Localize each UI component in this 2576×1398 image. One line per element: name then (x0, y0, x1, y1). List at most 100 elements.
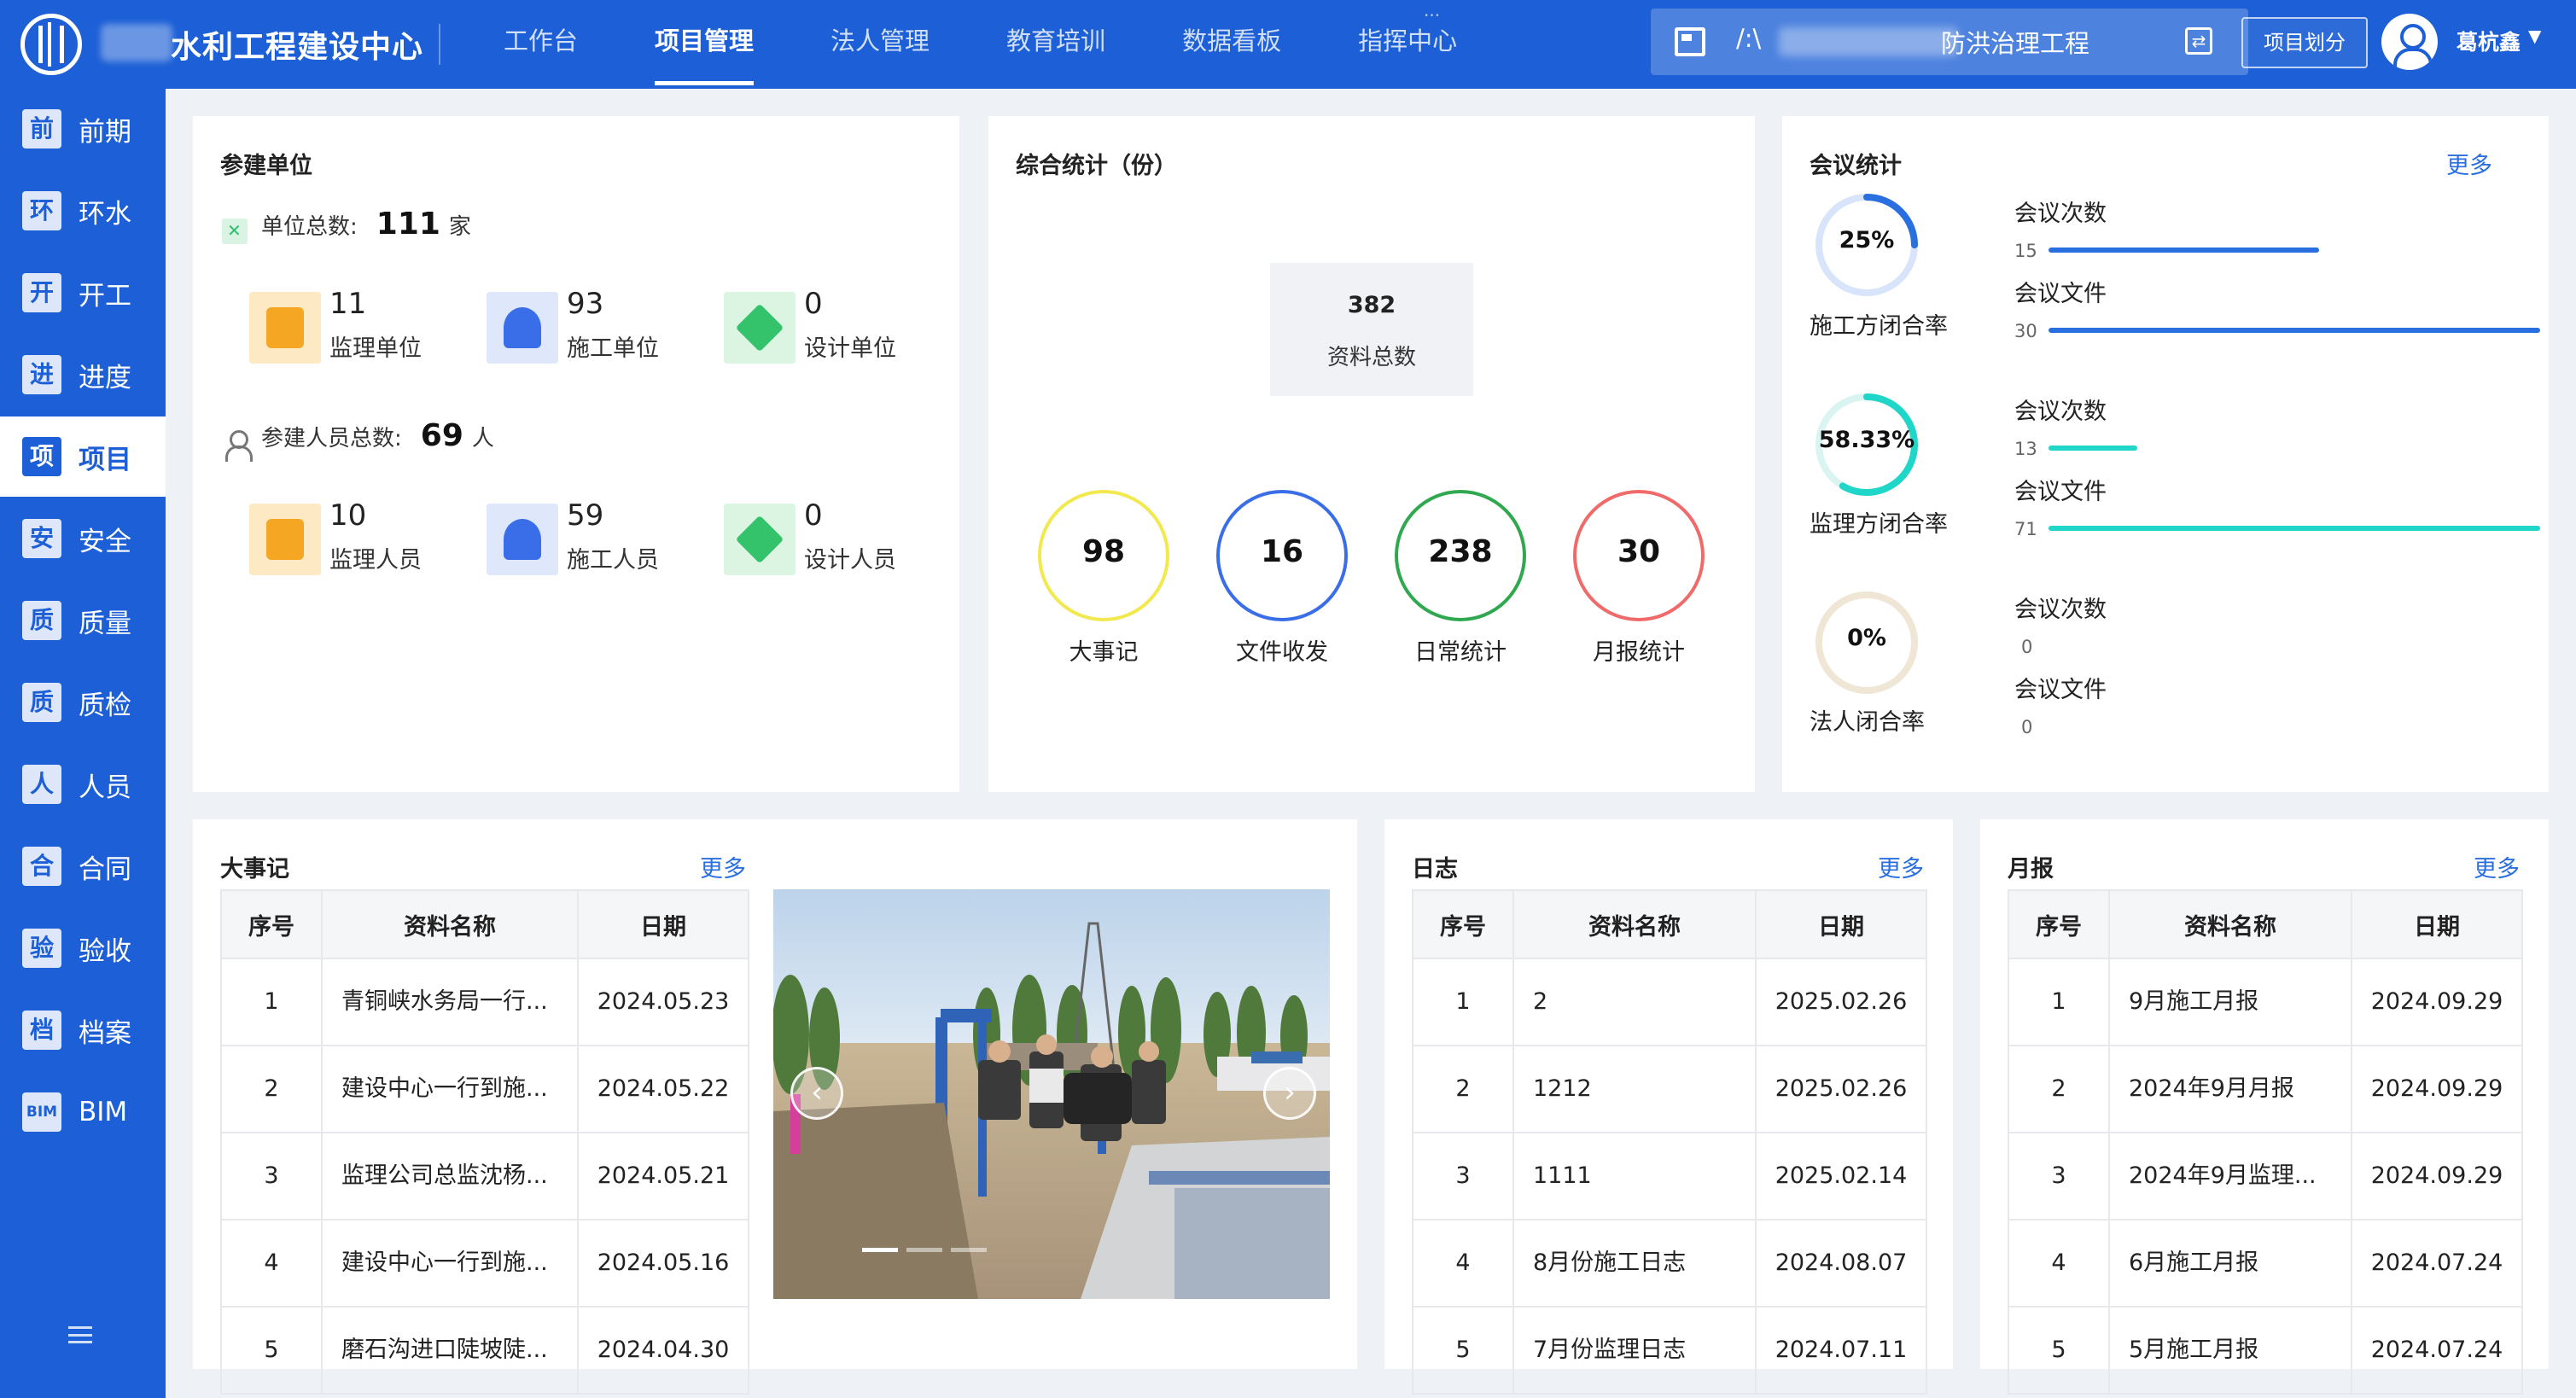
row-title[interactable]: 建设中心一行到施... (321, 1045, 579, 1133)
events-table: 序号 资料名称 日期 1 青铜峡水务局一行... 2024.05.23 2 建设中心一… (220, 889, 749, 1395)
ring-documents[interactable]: 16 (1216, 490, 1348, 621)
event-photo-carousel[interactable]: ‹ › (773, 889, 1330, 1299)
meetings-more-link[interactable]: 更多 (2446, 147, 2492, 180)
sidebar-item-label: 质量 (79, 608, 131, 639)
table-row[interactable]: 3 1111 2025.02.14 (1412, 1132, 1927, 1220)
row-title[interactable]: 青铜峡水务局一行... (321, 958, 579, 1046)
meeting-file-bar (2049, 328, 2540, 333)
table-row[interactable]: 5 7月份监理日志 2024.07.11 (1412, 1306, 1927, 1395)
nav-legal-management[interactable]: 法人管理 (830, 0, 930, 89)
stat-supervision-people[interactable]: 10 监理人员 (249, 492, 463, 577)
project-split-button[interactable]: 项目划分 (2241, 17, 2368, 68)
ring-value: 98 (1081, 534, 1126, 569)
sidebar-item-quality-inspection[interactable]: 质质检 (0, 662, 166, 743)
table-row[interactable]: 2 建设中心一行到施... 2024.05.22 (220, 1045, 749, 1133)
row-title[interactable]: 2 (1512, 958, 1757, 1046)
row-title[interactable]: 7月份监理日志 (1512, 1306, 1757, 1395)
total-documents[interactable]: 382 资料总数 (1270, 263, 1473, 396)
table-row[interactable]: 3 监理公司总监沈杨... 2024.05.21 (220, 1132, 749, 1220)
stat-design-units[interactable]: 0 设计单位 (724, 280, 937, 365)
sidebar-item-label: 验收 (79, 935, 131, 967)
table-row[interactable]: 1 青铜峡水务局一行... 2024.05.23 (220, 958, 749, 1046)
sidebar-item-acceptance[interactable]: 验验收 (0, 908, 166, 988)
sidebar-item-progress[interactable]: 进进度 (0, 335, 166, 415)
participants-card: 参建单位 单位总数: 111 家 11 监理单位 93 施工单位 0 设计单位 … (193, 116, 959, 792)
carousel-dot[interactable] (906, 1248, 942, 1252)
collapse-menu-icon[interactable] (68, 1326, 92, 1343)
nav-education[interactable]: 教育培训 (1006, 0, 1105, 89)
column-header: 日期 (577, 889, 749, 959)
project-selector[interactable]: /:\ 防洪治理工程 ⇄ (1651, 9, 2248, 75)
carousel-dot[interactable] (862, 1248, 898, 1252)
table-row[interactable]: 1 9月施工月报 2024.09.29 (2008, 958, 2523, 1046)
table-row[interactable]: 4 6月施工月报 2024.07.24 (2008, 1219, 2523, 1308)
chevron-down-icon[interactable]: ▼ (2528, 26, 2541, 46)
carousel-prev-button[interactable]: ‹ (790, 1067, 843, 1120)
row-title[interactable]: 监理公司总监沈杨... (321, 1132, 579, 1220)
sidebar-item-start[interactable]: 开开工 (0, 253, 166, 333)
row-title[interactable]: 1212 (1512, 1045, 1757, 1133)
row-title[interactable]: 2024年9月月报 (2108, 1045, 2352, 1133)
sidebar-item-environment[interactable]: 环环水 (0, 171, 166, 251)
org-logo-icon[interactable] (20, 14, 82, 75)
row-date: 2024.09.29 (2351, 1045, 2523, 1133)
row-title[interactable]: 磨石沟进口陡坡陡... (321, 1306, 579, 1395)
events-more-link[interactable]: 更多 (700, 850, 746, 883)
stat-construction-units[interactable]: 93 施工单位 (487, 280, 700, 365)
nav-project-management[interactable]: 项目管理 (655, 0, 755, 89)
monthly-more-link[interactable]: 更多 (2474, 850, 2520, 883)
meeting-file-value: 0 (2021, 717, 2033, 737)
user-avatar[interactable] (2381, 14, 2438, 70)
carousel-indicators (862, 1248, 995, 1252)
stat-construction-people[interactable]: 59 施工人员 (487, 492, 700, 577)
sidebar-item-safety[interactable]: 安安全 (0, 498, 166, 579)
ring-label: 日常统计 (1414, 639, 1507, 666)
column-header: 序号 (220, 889, 323, 959)
carousel-dot[interactable] (951, 1248, 987, 1252)
row-date: 2024.09.29 (2351, 1132, 2523, 1220)
table-row[interactable]: 5 磨石沟进口陡坡陡... 2024.04.30 (220, 1306, 749, 1395)
username[interactable]: 葛杭鑫 (2457, 26, 2521, 56)
switch-project-icon[interactable]: ⇄ (2185, 27, 2212, 55)
row-title[interactable]: 8月份施工日志 (1512, 1219, 1757, 1308)
sidebar-item-preliminary[interactable]: 前前期 (0, 89, 166, 169)
sidebar-item-contract[interactable]: 合合同 (0, 826, 166, 906)
stat-design-people[interactable]: 0 设计人员 (724, 492, 937, 577)
meeting-count-value: 15 (2014, 241, 2037, 261)
sidebar-item-archive[interactable]: 档档案 (0, 990, 166, 1070)
meeting-file-label: 会议文件 (2014, 479, 2107, 505)
table-row[interactable]: 2 1212 2025.02.26 (1412, 1045, 1927, 1133)
nav-workbench[interactable]: 工作台 (504, 0, 578, 89)
table-row[interactable]: 5 5月施工月报 2024.07.24 (2008, 1306, 2523, 1395)
nav-command-center[interactable]: 指挥中心 (1358, 0, 1457, 89)
sidebar-item-bim[interactable]: BIM BIM (0, 1072, 166, 1152)
sidebar-item-personnel[interactable]: 人人员 (0, 744, 166, 824)
unit-total-suffix: 家 (448, 214, 471, 240)
row-title[interactable]: 1111 (1512, 1132, 1757, 1220)
ring-monthly[interactable]: 30 (1573, 490, 1705, 621)
ring-daily[interactable]: 238 (1395, 490, 1526, 621)
row-title[interactable]: 9月施工月报 (2108, 958, 2352, 1046)
header-divider (439, 24, 440, 65)
stat-value: 0 (804, 498, 823, 533)
sidebar-item-project[interactable]: 项项目 (0, 416, 166, 497)
project-prefix: /:\ (1736, 24, 1762, 53)
nav-dashboard[interactable]: 数据看板 (1182, 0, 1281, 89)
table-row[interactable]: 4 8月份施工日志 2024.08.07 (1412, 1219, 1927, 1308)
table-row[interactable]: 4 建设中心一行到施... 2024.05.16 (220, 1219, 749, 1308)
row-title[interactable]: 6月施工月报 (2108, 1219, 2352, 1308)
row-title[interactable]: 2024年9月监理... (2108, 1132, 2352, 1220)
sidebar-item-quality[interactable]: 质质量 (0, 580, 166, 661)
table-row[interactable]: 1 2 2025.02.26 (1412, 958, 1927, 1046)
logs-more-link[interactable]: 更多 (1878, 850, 1924, 883)
table-row[interactable]: 2 2024年9月月报 2024.09.29 (2008, 1045, 2523, 1133)
row-title[interactable]: 建设中心一行到施... (321, 1219, 579, 1308)
carousel-next-button[interactable]: › (1263, 1067, 1316, 1120)
stat-label: 监理人员 (329, 547, 422, 574)
row-index: 5 (1412, 1306, 1514, 1395)
table-row[interactable]: 3 2024年9月监理... 2024.09.29 (2008, 1132, 2523, 1220)
row-title[interactable]: 5月施工月报 (2108, 1306, 2352, 1395)
ring-events[interactable]: 98 (1038, 490, 1169, 621)
closure-rate-label: 监理方闭合率 (1810, 511, 1948, 538)
stat-supervision-units[interactable]: 11 监理单位 (249, 280, 463, 365)
